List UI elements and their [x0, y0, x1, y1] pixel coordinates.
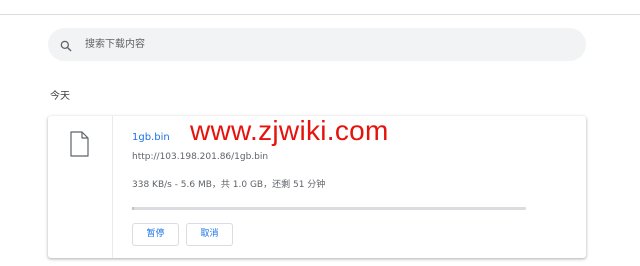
download-progress-status: 338 KB/s - 5.6 MB，共 1.0 GB，还剩 51 分钟	[132, 180, 326, 190]
top-strip	[0, 0, 640, 14]
file-url: http://103.198.201.86/1gb.bin	[132, 152, 269, 162]
card-separator	[112, 116, 113, 258]
file-icon	[69, 131, 89, 157]
search-bar[interactable]	[48, 27, 586, 62]
watermark-text: www.zjwiki.com	[190, 115, 389, 146]
download-item-card: 1gb.bin www.zjwiki.com http://103.198.20…	[48, 115, 586, 258]
download-progress-fill	[132, 207, 135, 210]
file-name-link[interactable]: 1gb.bin	[132, 132, 170, 144]
download-progress-bar	[132, 207, 526, 210]
pause-button[interactable]: 暂停	[132, 223, 179, 246]
search-icon	[59, 38, 73, 52]
section-date-heading: 今天	[50, 91, 70, 102]
cancel-button[interactable]: 取消	[186, 223, 233, 246]
search-input[interactable]	[83, 27, 567, 62]
top-divider	[0, 14, 640, 15]
